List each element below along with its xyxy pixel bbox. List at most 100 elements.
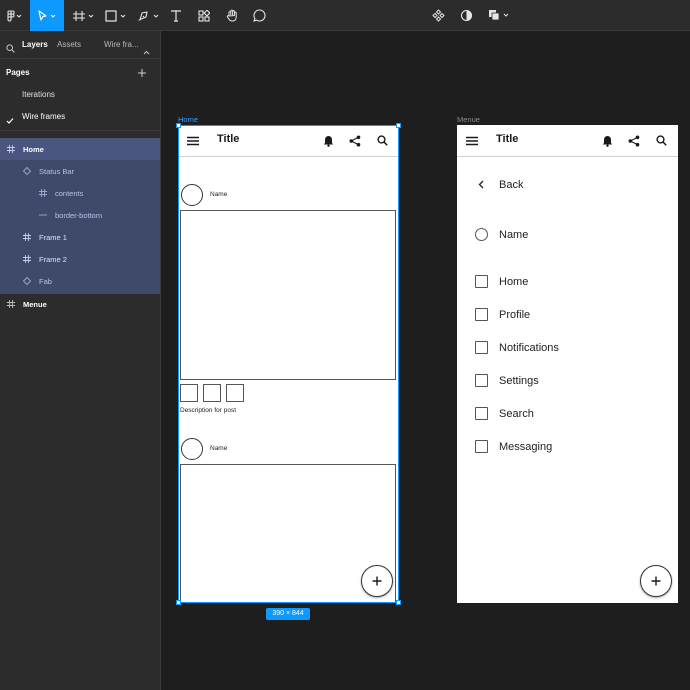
thumbnail-placeholder (180, 384, 198, 402)
page-item-iterations[interactable]: Iterations (22, 90, 55, 99)
hand-tool-button[interactable] (222, 0, 242, 31)
resize-handle[interactable] (176, 123, 181, 128)
layer-label: contents (55, 188, 84, 198)
page-switcher[interactable]: Wire fra... (104, 40, 139, 49)
search-icon[interactable] (656, 135, 667, 146)
post-description: Description for post (180, 407, 236, 414)
layer-status-bar[interactable]: Status Bar (22, 160, 74, 182)
menu-item-settings[interactable]: Settings (475, 374, 539, 387)
fab-add-button[interactable] (361, 565, 393, 597)
mask-icon (460, 9, 473, 22)
thumbnail-placeholder (203, 384, 221, 402)
back-button[interactable]: Back (475, 178, 523, 191)
layer-fab[interactable]: Fab (22, 270, 52, 292)
mask-button[interactable] (456, 0, 476, 31)
figma-editor: Layers Assets Wire fra... Pages Iteratio… (0, 0, 690, 690)
tab-layers[interactable]: Layers (22, 40, 48, 49)
bell-icon[interactable] (602, 135, 613, 147)
layer-border-bottom[interactable]: border-bottom (38, 204, 102, 226)
tab-assets[interactable]: Assets (57, 40, 81, 49)
checkbox[interactable] (475, 308, 488, 321)
boolean-icon (488, 9, 512, 22)
menu-item-search[interactable]: Search (475, 407, 534, 420)
home-frame[interactable]: Title Name Description for post Name (178, 125, 399, 603)
chevron-up-icon[interactable] (143, 42, 150, 60)
frame-label-menue[interactable]: Menue (457, 115, 480, 124)
resize-handle[interactable] (396, 123, 401, 128)
divider (0, 130, 160, 131)
page-item-wire-frames[interactable]: Wire frames (22, 112, 65, 121)
checkbox[interactable] (475, 341, 488, 354)
shape-tool-icon (104, 9, 128, 22)
resources-button[interactable] (194, 0, 214, 31)
frame-tool-button[interactable] (70, 0, 98, 31)
menu-item-notifications[interactable]: Notifications (475, 341, 559, 354)
layer-contents[interactable]: contents (38, 182, 83, 204)
sidebar-tabs: Layers Assets Wire fra... (0, 31, 160, 59)
create-component-button[interactable] (428, 0, 448, 31)
avatar (181, 438, 203, 460)
menu-item-profile[interactable]: Profile (475, 308, 530, 321)
layer-frame-1[interactable]: Frame 1 (22, 226, 67, 248)
left-sidebar: Layers Assets Wire fra... Pages Iteratio… (0, 31, 161, 690)
app-bar: Title (178, 125, 399, 157)
layer-frame-2[interactable]: Frame 2 (22, 248, 67, 270)
layer-label: Frame 2 (39, 254, 67, 264)
comment-tool-icon (252, 9, 266, 22)
search-layers-icon[interactable] (6, 40, 15, 58)
menu-item-label: Settings (499, 374, 539, 387)
share-icon[interactable] (628, 135, 640, 147)
check-icon (6, 112, 14, 124)
fab-add-button[interactable] (640, 565, 672, 597)
layer-label: Home (23, 144, 44, 154)
post-author-name: Name (210, 445, 228, 452)
hamburger-menu-icon[interactable] (187, 136, 199, 146)
menu-item-home[interactable]: Home (475, 275, 528, 288)
avatar (475, 228, 488, 241)
post-author-name: Name (210, 191, 228, 198)
comment-tool-button[interactable] (249, 0, 269, 31)
menu-item-label: Messaging (499, 440, 553, 453)
post-image-placeholder (180, 210, 396, 380)
share-icon[interactable] (349, 135, 361, 147)
layer-label: border-bottom (55, 210, 103, 220)
bell-icon[interactable] (323, 135, 334, 147)
app-title: Title (217, 133, 240, 145)
avatar (181, 184, 203, 206)
dimensions-badge: 390 × 844 (266, 608, 310, 620)
layer-menue[interactable]: Menue (6, 293, 47, 315)
menu-item-label: Home (499, 275, 529, 288)
frame-icon (22, 232, 32, 242)
text-tool-icon (170, 9, 182, 22)
frame-icon (38, 188, 48, 198)
menu-item-messaging[interactable]: Messaging (475, 440, 552, 453)
frame-label-home[interactable]: Home (178, 115, 198, 124)
chevron-left-icon (478, 180, 484, 189)
checkbox[interactable] (475, 440, 488, 453)
user-row[interactable]: Name (475, 228, 528, 241)
add-page-icon[interactable] (137, 65, 149, 77)
layer-home[interactable]: Home (6, 138, 44, 160)
pen-tool-button[interactable] (135, 0, 163, 31)
checkbox[interactable] (475, 407, 488, 420)
move-tool-button[interactable] (30, 0, 64, 31)
pages-header: Pages (6, 68, 30, 77)
checkbox[interactable] (475, 374, 488, 387)
menue-frame[interactable]: Title Back Name Home Profile Notificatio… (457, 125, 678, 603)
resources-icon (198, 9, 210, 22)
app-title: Title (496, 133, 519, 145)
frame-icon (6, 144, 16, 154)
move-tool-icon (36, 9, 58, 22)
hand-tool-icon (226, 9, 239, 22)
resize-handle[interactable] (396, 600, 401, 605)
layer-label: Menue (23, 299, 47, 309)
main-menu-button[interactable] (0, 0, 30, 31)
component-instance-icon (22, 276, 32, 286)
hamburger-menu-icon[interactable] (466, 136, 478, 146)
checkbox[interactable] (475, 275, 488, 288)
text-tool-button[interactable] (166, 0, 186, 31)
shape-tool-button[interactable] (102, 0, 130, 31)
resize-handle[interactable] (176, 600, 181, 605)
search-icon[interactable] (377, 135, 388, 146)
boolean-button[interactable] (486, 0, 514, 31)
